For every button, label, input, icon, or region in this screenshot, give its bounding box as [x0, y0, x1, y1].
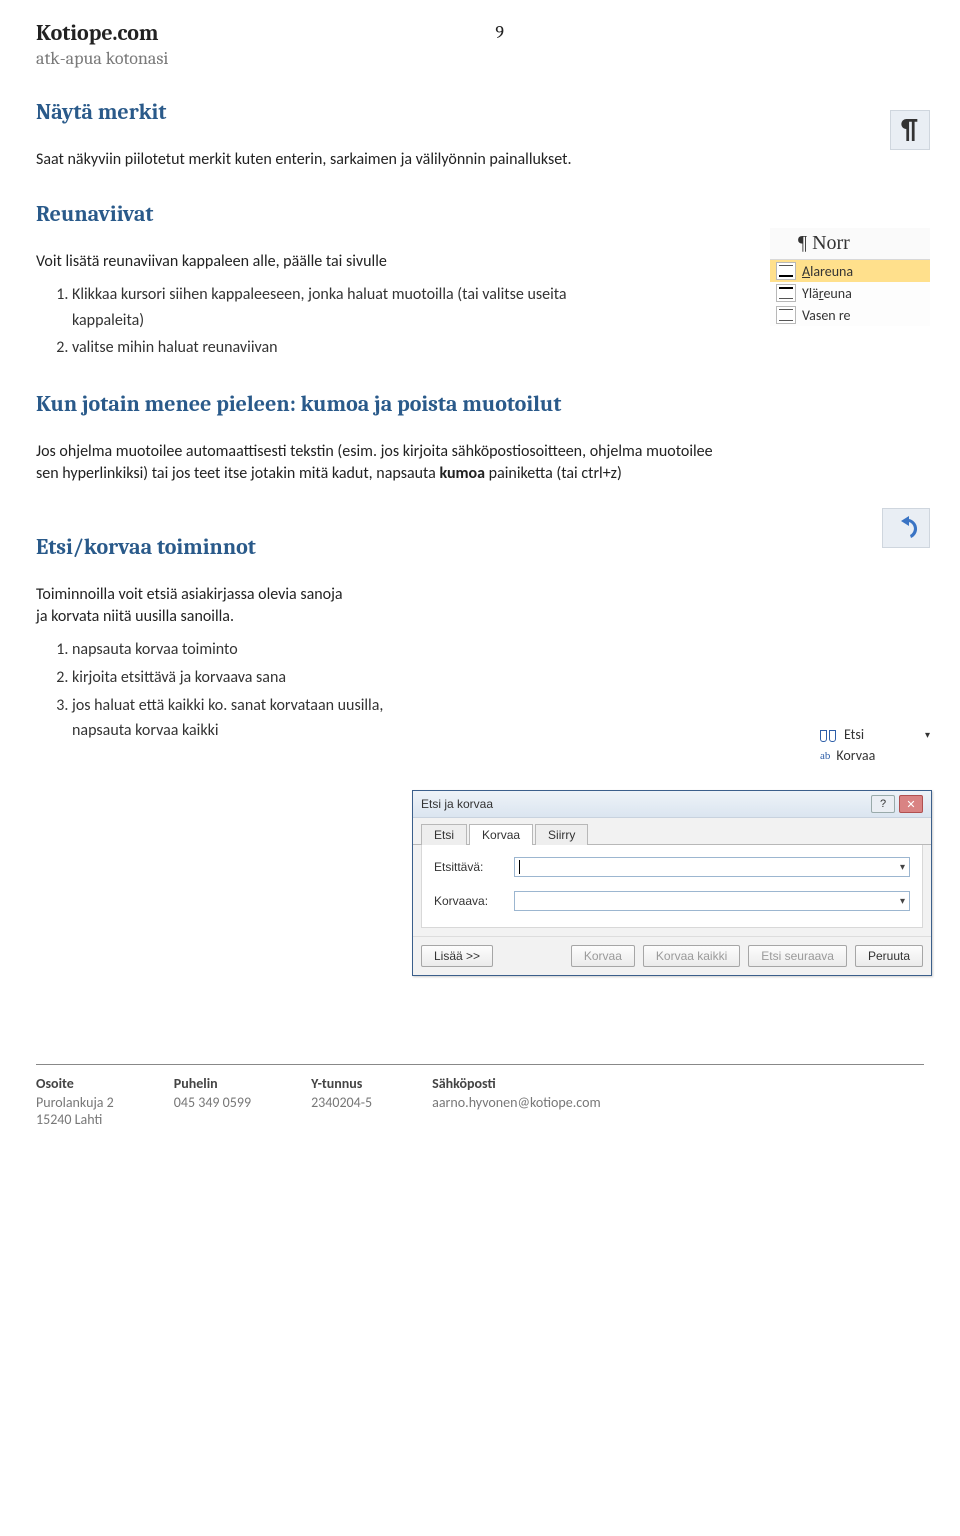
- border-label: Vasen re: [802, 307, 851, 324]
- find-replace-dialog: Etsi ja korvaa ? ✕ Etsi Korvaa Siirry Et…: [412, 790, 932, 976]
- tab-replace[interactable]: Korvaa: [469, 824, 533, 845]
- step-item: Klikkaa kursori siihen kappaleeseen, jon…: [72, 282, 632, 333]
- border-menu-item-left[interactable]: Vasen re: [770, 304, 930, 326]
- heading-show-marks: Näytä merkit: [36, 99, 924, 125]
- tab-find[interactable]: Etsi: [421, 824, 467, 845]
- replace-button[interactable]: Korvaa: [571, 945, 635, 967]
- dialog-titlebar: Etsi ja korvaa ? ✕: [413, 791, 931, 818]
- find-what-input[interactable]: [514, 857, 910, 877]
- page-footer: Osoite Purolankuja 2 15240 Lahti Puhelin…: [36, 1075, 924, 1128]
- site-tagline: atk-apua kotonasi: [36, 48, 168, 69]
- more-button[interactable]: Lisää >>: [421, 945, 493, 967]
- close-button[interactable]: ✕: [899, 795, 923, 813]
- step-item: napsauta korvaa toiminto: [72, 637, 412, 663]
- footer-heading: Y-tunnus: [311, 1075, 372, 1092]
- cancel-button[interactable]: Peruuta: [855, 945, 923, 967]
- chevron-down-icon: ▾: [925, 728, 930, 741]
- step-item: kirjoita etsittävä ja korvaava sana: [72, 665, 412, 691]
- intro-find-replace: Toiminnoilla voit etsiä asiakirjassa ole…: [36, 584, 356, 627]
- find-menu-item[interactable]: Etsi ▾: [820, 724, 930, 745]
- footer-value: 2340204-5: [311, 1094, 372, 1111]
- heading-borders: Reunaviivat: [36, 201, 924, 227]
- pilcrow-icon: [899, 115, 921, 145]
- find-menu-preview: Etsi ▾ ab Korvaa: [820, 724, 930, 766]
- footer-value: 15240 Lahti: [36, 1111, 114, 1128]
- find-next-button[interactable]: Etsi seuraava: [748, 945, 847, 967]
- replace-all-button[interactable]: Korvaa kaikki: [643, 945, 740, 967]
- heading-undo: Kun jotain menee pieleen: kumoa ja poist…: [36, 391, 924, 417]
- border-label: Yläreuna: [802, 285, 852, 302]
- replace-with-input[interactable]: [514, 891, 910, 911]
- border-menu-preview: ¶ Norr Alareuna Yläreuna Vasen re: [770, 228, 930, 326]
- steps-find-replace: napsauta korvaa toiminto kirjoita etsitt…: [72, 637, 412, 743]
- replace-menu-item[interactable]: ab Korvaa: [820, 745, 930, 766]
- body-show-marks: Saat näkyviin piilotetut merkit kuten en…: [36, 149, 596, 171]
- step-item: valitse mihin haluat reunaviivan: [72, 335, 632, 361]
- page-number: 9: [495, 22, 504, 69]
- step-item: jos haluat että kaikki ko. sanat korvata…: [72, 693, 412, 744]
- page-header: Kotiope.com atk-apua kotonasi 9: [36, 20, 924, 69]
- border-label: Alareuna: [802, 263, 853, 280]
- border-menu-item-top[interactable]: Yläreuna: [770, 282, 930, 304]
- footer-heading: Osoite: [36, 1075, 114, 1092]
- footer-value: Purolankuja 2: [36, 1094, 114, 1111]
- label-replace-with: Korvaava:: [434, 894, 506, 908]
- binoculars-icon: [820, 728, 838, 742]
- style-normal-label: ¶ Norr: [770, 228, 930, 260]
- help-button[interactable]: ?: [871, 795, 895, 813]
- border-menu-item-bottom[interactable]: Alareuna: [770, 260, 930, 282]
- undo-icon: [891, 513, 921, 543]
- show-marks-icon[interactable]: [890, 110, 930, 150]
- label-find-what: Etsittävä:: [434, 860, 506, 874]
- steps-borders: Klikkaa kursori siihen kappaleeseen, jon…: [72, 282, 632, 361]
- footer-value: 045 349 0599: [174, 1094, 251, 1111]
- body-undo: Jos ohjelma muotoilee automaattisesti te…: [36, 441, 736, 484]
- footer-divider: [36, 1064, 924, 1065]
- dialog-tabs: Etsi Korvaa Siirry: [413, 818, 931, 845]
- tab-goto[interactable]: Siirry: [535, 824, 588, 845]
- intro-borders: Voit lisätä reunaviivan kappaleen alle, …: [36, 251, 596, 273]
- dialog-title: Etsi ja korvaa: [421, 797, 493, 811]
- border-bottom-icon: [776, 262, 796, 280]
- border-left-icon: [776, 306, 796, 324]
- footer-heading: Sähköposti: [432, 1075, 601, 1092]
- footer-value: aarno.hyvonen@kotiope.com: [432, 1094, 601, 1111]
- footer-heading: Puhelin: [174, 1075, 251, 1092]
- undo-button-preview[interactable]: [882, 508, 930, 548]
- border-top-icon: [776, 284, 796, 302]
- site-title: Kotiope.com: [36, 20, 168, 46]
- heading-find-replace: Etsi/korvaa toiminnot: [36, 534, 924, 560]
- replace-ab-icon: ab: [820, 750, 830, 762]
